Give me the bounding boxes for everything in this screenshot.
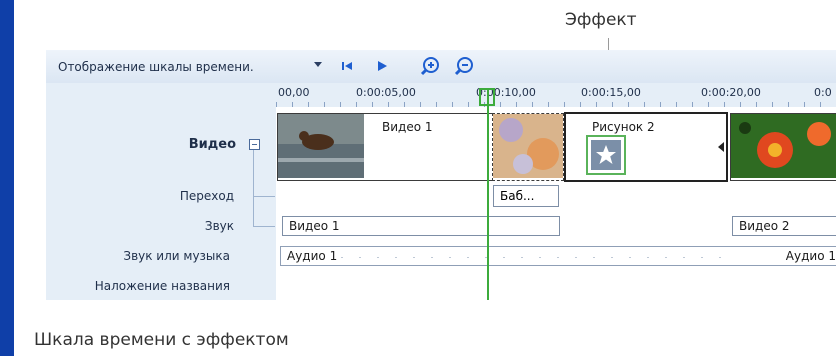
clip-end-marker-icon [718, 142, 724, 152]
row-label-audio: Звук [204, 219, 234, 233]
ruler-tick: 00,00 [278, 86, 310, 99]
left-accent-bar [0, 0, 14, 356]
effect-thumbnail [591, 140, 621, 170]
music-clip-title-end: Аудио 1 [785, 249, 836, 263]
tree-line [253, 150, 254, 226]
tree-line [253, 196, 275, 197]
audio-clip-video-1[interactable]: Видео 1 [282, 216, 560, 236]
tree-line [253, 226, 275, 227]
row-label-video: Видео [188, 137, 236, 152]
star-icon [596, 145, 616, 164]
transition-thumbnail [493, 114, 563, 178]
row-label-transition: Переход [179, 189, 234, 203]
zoom-out-icon[interactable] [454, 56, 473, 76]
effect-callout-label: Эффект [565, 10, 637, 30]
clip-title: Рисунок 2 [592, 120, 655, 134]
timeline-toolbar: Отображение шкалы времени. [46, 50, 836, 83]
clip-title: Видео 1 [382, 120, 433, 134]
audio-clip-video-2[interactable]: Видео 2 [732, 216, 836, 236]
video-1-thumbnail [278, 114, 364, 178]
row-label-title-overlay: Наложение названия [94, 279, 230, 293]
ruler-tick: 0:00:05,00 [356, 86, 416, 99]
effect-marker[interactable] [586, 135, 626, 175]
video-3-thumbnail [731, 114, 836, 178]
time-ruler[interactable]: 00,00 0:00:05,00 0:00:10,00 0:00:15,00 0… [276, 83, 836, 108]
clip-video-3[interactable] [730, 113, 836, 181]
timeline-view-dropdown[interactable]: Отображение шкалы времени. [58, 60, 254, 74]
playhead-line[interactable] [487, 88, 489, 300]
clip-video-1[interactable]: Видео 1 [277, 113, 493, 181]
zoom-in-icon[interactable] [420, 56, 439, 76]
clip-transition-thumb[interactable] [492, 113, 564, 181]
skip-to-start-icon[interactable] [339, 58, 357, 76]
music-clip-audio-1[interactable]: Аудио 1 Аудио 1 [280, 246, 836, 266]
figure-caption: Шкала времени с эффектом [34, 330, 289, 350]
music-clip-title: Аудио 1 [287, 249, 338, 263]
audio-waveform [341, 257, 736, 258]
ruler-tick: 0:0 [814, 86, 832, 99]
transition-chip[interactable]: Баб... [493, 185, 559, 207]
row-label-audio-music: Звук или музыка [123, 249, 230, 263]
ruler-tick: 0:00:20,00 [701, 86, 761, 99]
play-icon[interactable] [374, 58, 392, 76]
chevron-down-icon[interactable] [312, 59, 330, 77]
collapse-icon[interactable] [249, 139, 260, 150]
ruler-tick: 0:00:15,00 [581, 86, 641, 99]
